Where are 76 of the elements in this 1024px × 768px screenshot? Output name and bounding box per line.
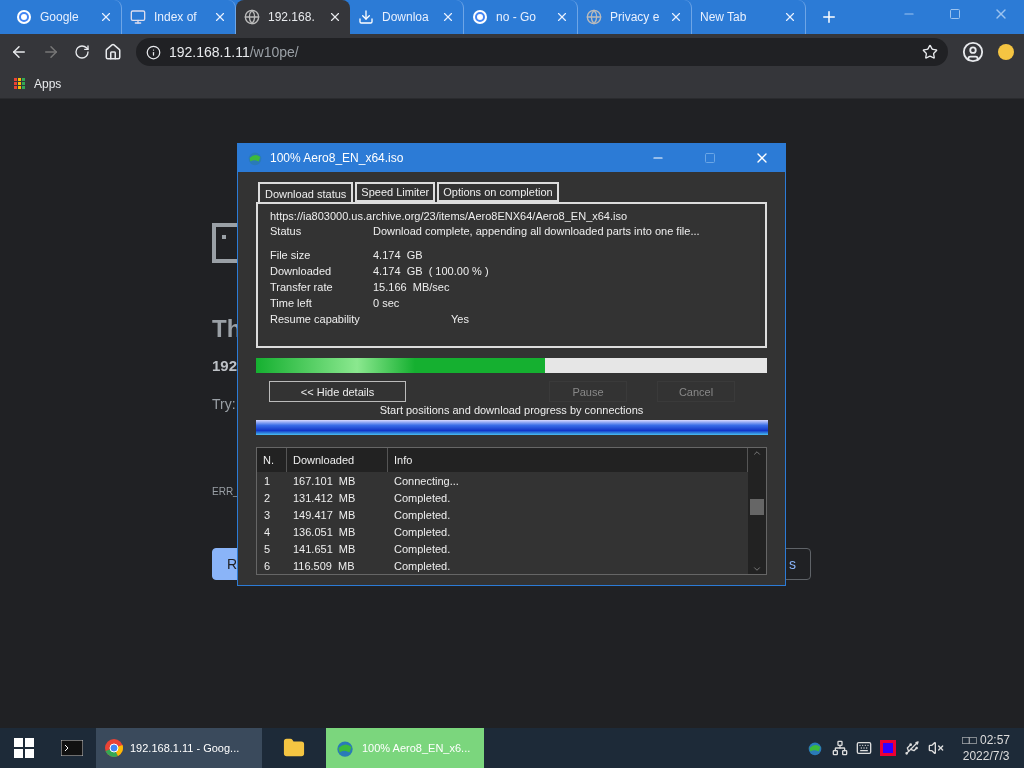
table-cell-text: 116.509 MB <box>292 559 356 572</box>
restore-icon[interactable] <box>949 8 961 20</box>
chrome-icon <box>104 738 124 758</box>
info-icon[interactable] <box>146 44 161 60</box>
close-icon[interactable] <box>328 10 342 24</box>
scrollbar-thumb[interactable] <box>750 499 764 515</box>
computer-icon <box>130 9 146 25</box>
table-cell-text: 5 <box>263 542 272 555</box>
bookmark-link[interactable]: Apps <box>34 77 62 91</box>
table-cell-text: Completed. <box>393 542 452 555</box>
dialog-title: 100% Aero8_EN_x64.iso <box>270 151 405 165</box>
column-header[interactable]: N. <box>257 448 287 472</box>
windows-icon[interactable] <box>14 738 34 758</box>
column-header[interactable]: Downloaded <box>287 448 388 472</box>
taskbar-item[interactable]: 192.168.1.11 - Goog... <box>96 728 262 768</box>
table-cell-text: Completed. <box>393 491 452 504</box>
host-text: 192 <box>212 357 238 374</box>
star-icon[interactable] <box>922 44 938 60</box>
folder-icon[interactable] <box>283 737 305 759</box>
new-tab-icon[interactable] <box>820 8 838 26</box>
dialog-tab[interactable]: Speed Limiter <box>355 182 436 202</box>
usb-icon[interactable] <box>904 740 921 756</box>
table-cell-text: 131.412 MB <box>292 491 357 504</box>
browser-tab[interactable]: 192.168. <box>236 0 350 34</box>
clock[interactable]: □□ 02:57 2022/7/3 <box>962 732 1010 764</box>
field-value: 15.166 MB/sec <box>373 281 451 294</box>
address-bar[interactable]: 192.168.1.11/w10pe/ <box>136 38 948 66</box>
color-square-icon[interactable] <box>880 740 897 756</box>
table-cell-text: 149.417 MB <box>292 508 357 521</box>
table-cell-text: 1 <box>263 474 272 487</box>
download-icon <box>358 9 374 25</box>
try-text: Try: <box>212 396 236 412</box>
alert-icon[interactable] <box>998 44 1014 60</box>
reload-icon[interactable] <box>74 44 90 60</box>
forward-icon[interactable] <box>42 43 60 61</box>
field-label: Status <box>270 225 303 238</box>
table-cell-text: Completed. <box>393 559 452 572</box>
table-cell-text: 3 <box>263 508 272 521</box>
table-cell-text: 6 <box>263 559 272 572</box>
url-text: 192.168.1.11/w10pe/ <box>169 44 299 60</box>
table-cell-text: 167.101 MB <box>292 474 357 487</box>
keyboard-icon[interactable] <box>856 740 873 756</box>
field-label: Downloaded <box>270 265 333 278</box>
field-label: Resume capability <box>270 313 361 326</box>
back-icon[interactable] <box>10 43 28 61</box>
error-code: ERR_ <box>212 486 239 497</box>
field-label: Transfer rate <box>270 281 334 294</box>
status-text: Download complete, appending all downloaded parts into one file... <box>373 225 701 238</box>
scroll-down-icon[interactable] <box>752 564 762 574</box>
table-cell-text: 2 <box>263 491 272 504</box>
table-cell-text: Completed. <box>393 508 452 521</box>
field-value: 4.174 GB ( 100.00 % ) <box>373 265 490 278</box>
table-cell-text: Connecting... <box>393 474 460 487</box>
globe-icon <box>586 9 602 25</box>
grid-icon <box>14 78 26 90</box>
table-cell-text: 4 <box>263 525 272 538</box>
field-value: 4.174 GB <box>373 249 424 262</box>
table-cell-text: 136.051 MB <box>292 525 357 538</box>
dialog-tab[interactable]: Options on completion <box>437 182 559 202</box>
profile-icon[interactable] <box>962 41 984 63</box>
field-label: Time left <box>270 297 313 310</box>
field-value: 0 sec <box>373 297 401 310</box>
url-text: https://ia803000.us.archive.org/23/items/Aero8ENX64/Aero8_EN_x64.iso <box>270 210 629 222</box>
table-cell-text: Completed. <box>393 525 452 538</box>
dialog-tab[interactable]: Download status <box>258 182 354 204</box>
home-icon[interactable] <box>104 43 122 61</box>
connections-caption: Start positions and download progress by connections <box>378 404 645 416</box>
network-icon[interactable] <box>832 740 849 756</box>
globe-icon <box>244 9 260 25</box>
mute-icon[interactable] <box>928 740 945 756</box>
hide-details-button[interactable]: << Hide details <box>269 381 406 402</box>
field-value: Yes <box>451 313 470 326</box>
field-label: File size <box>270 249 312 262</box>
terminal-icon[interactable] <box>61 740 83 756</box>
table-cell-text: 141.651 MB <box>292 542 357 555</box>
scroll-up-icon[interactable] <box>752 448 762 458</box>
